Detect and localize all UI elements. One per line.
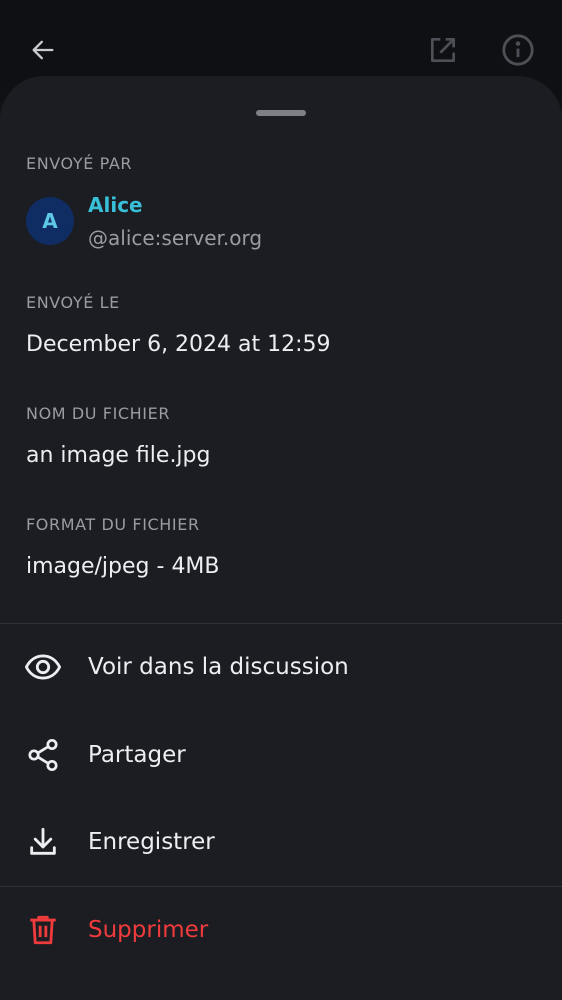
sent-on-value: December 6, 2024 at 12:59: [26, 332, 331, 357]
divider: [0, 886, 562, 887]
eye-icon: [24, 648, 62, 686]
file-format-value: image/jpeg - 4MB: [26, 554, 220, 579]
sent-by-label: ENVOYÉ PAR: [26, 154, 133, 173]
info-icon: [502, 34, 534, 66]
sender-user-id: @alice:server.org: [88, 226, 263, 250]
drag-handle[interactable]: [256, 110, 306, 116]
divider: [0, 623, 562, 624]
sender-name: Alice: [88, 193, 143, 217]
file-name-label: NOM DU FICHIER: [26, 404, 171, 423]
info-button[interactable]: [494, 26, 542, 74]
file-name-value: an image file.jpg: [26, 443, 211, 468]
open-external-icon: [431, 38, 455, 62]
view-in-chat-action[interactable]: Voir dans la discussion: [0, 627, 562, 707]
file-format-label: FORMAT DU FICHIER: [26, 515, 200, 534]
arrow-left-icon: [32, 40, 54, 60]
save-action[interactable]: Enregistrer: [0, 802, 562, 882]
back-button[interactable]: [19, 26, 67, 74]
trash-icon: [24, 911, 62, 949]
open-external-button[interactable]: [419, 26, 467, 74]
view-in-chat-label: Voir dans la discussion: [88, 654, 349, 680]
sent-on-label: ENVOYÉ LE: [26, 293, 120, 312]
download-icon: [24, 823, 62, 861]
delete-action[interactable]: Supprimer: [0, 890, 562, 970]
save-label: Enregistrer: [88, 829, 215, 855]
share-icon: [24, 736, 62, 774]
avatar: A: [26, 197, 74, 245]
delete-label: Supprimer: [88, 917, 209, 943]
share-action[interactable]: Partager: [0, 715, 562, 795]
share-label: Partager: [88, 742, 186, 768]
bottom-sheet: ENVOYÉ PAR A Alice @alice:server.org ENV…: [0, 76, 562, 1000]
